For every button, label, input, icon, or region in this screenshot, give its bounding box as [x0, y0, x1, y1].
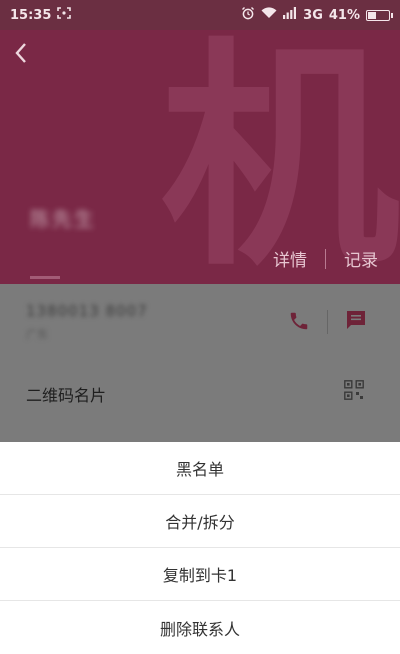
- battery-icon: [366, 9, 393, 21]
- contact-body: 1380013 8007 广东 二维码名片: [0, 284, 400, 442]
- status-bar: 15:35 3G 41%: [0, 0, 400, 30]
- qr-card-label[interactable]: 二维码名片: [26, 382, 106, 406]
- signal-icon: [283, 7, 297, 23]
- network-type: 3G: [303, 7, 323, 23]
- screenshot-icon: [57, 7, 72, 23]
- qr-code-icon[interactable]: [344, 380, 366, 402]
- phone-carrier: 广东: [26, 328, 48, 341]
- contact-watermark: 机: [160, 30, 400, 284]
- merge-split-button[interactable]: 合并/拆分: [0, 495, 400, 548]
- phone-number: 1380013 8007: [26, 302, 148, 320]
- copy-to-card1-button[interactable]: 复制到卡1: [0, 548, 400, 601]
- status-time: 15:35: [10, 7, 52, 23]
- phone-icon[interactable]: [288, 310, 314, 336]
- tab-divider: [325, 248, 326, 269]
- message-icon[interactable]: [344, 308, 368, 332]
- alarm-icon: [241, 6, 255, 24]
- blacklist-button[interactable]: 黑名单: [0, 442, 400, 495]
- delete-contact-button[interactable]: 删除联系人: [0, 601, 400, 654]
- header-tabs: 详情 记录: [273, 246, 378, 271]
- back-arrow-icon: [14, 38, 28, 71]
- battery-percent: 41%: [328, 7, 360, 23]
- name-underline: [30, 276, 60, 279]
- action-divider: [327, 310, 328, 334]
- wifi-icon: [261, 7, 277, 23]
- back-button[interactable]: [14, 36, 42, 70]
- action-sheet: 黑名单 合并/拆分 复制到卡1 删除联系人: [0, 442, 400, 650]
- tab-records[interactable]: 记录: [344, 246, 378, 271]
- contact-name: 陈先生: [30, 207, 96, 231]
- phone-row: 1380013 8007 广东: [26, 302, 148, 342]
- tab-details[interactable]: 详情: [273, 246, 307, 271]
- contact-header: 机 陈先生 详情 记录: [0, 30, 400, 284]
